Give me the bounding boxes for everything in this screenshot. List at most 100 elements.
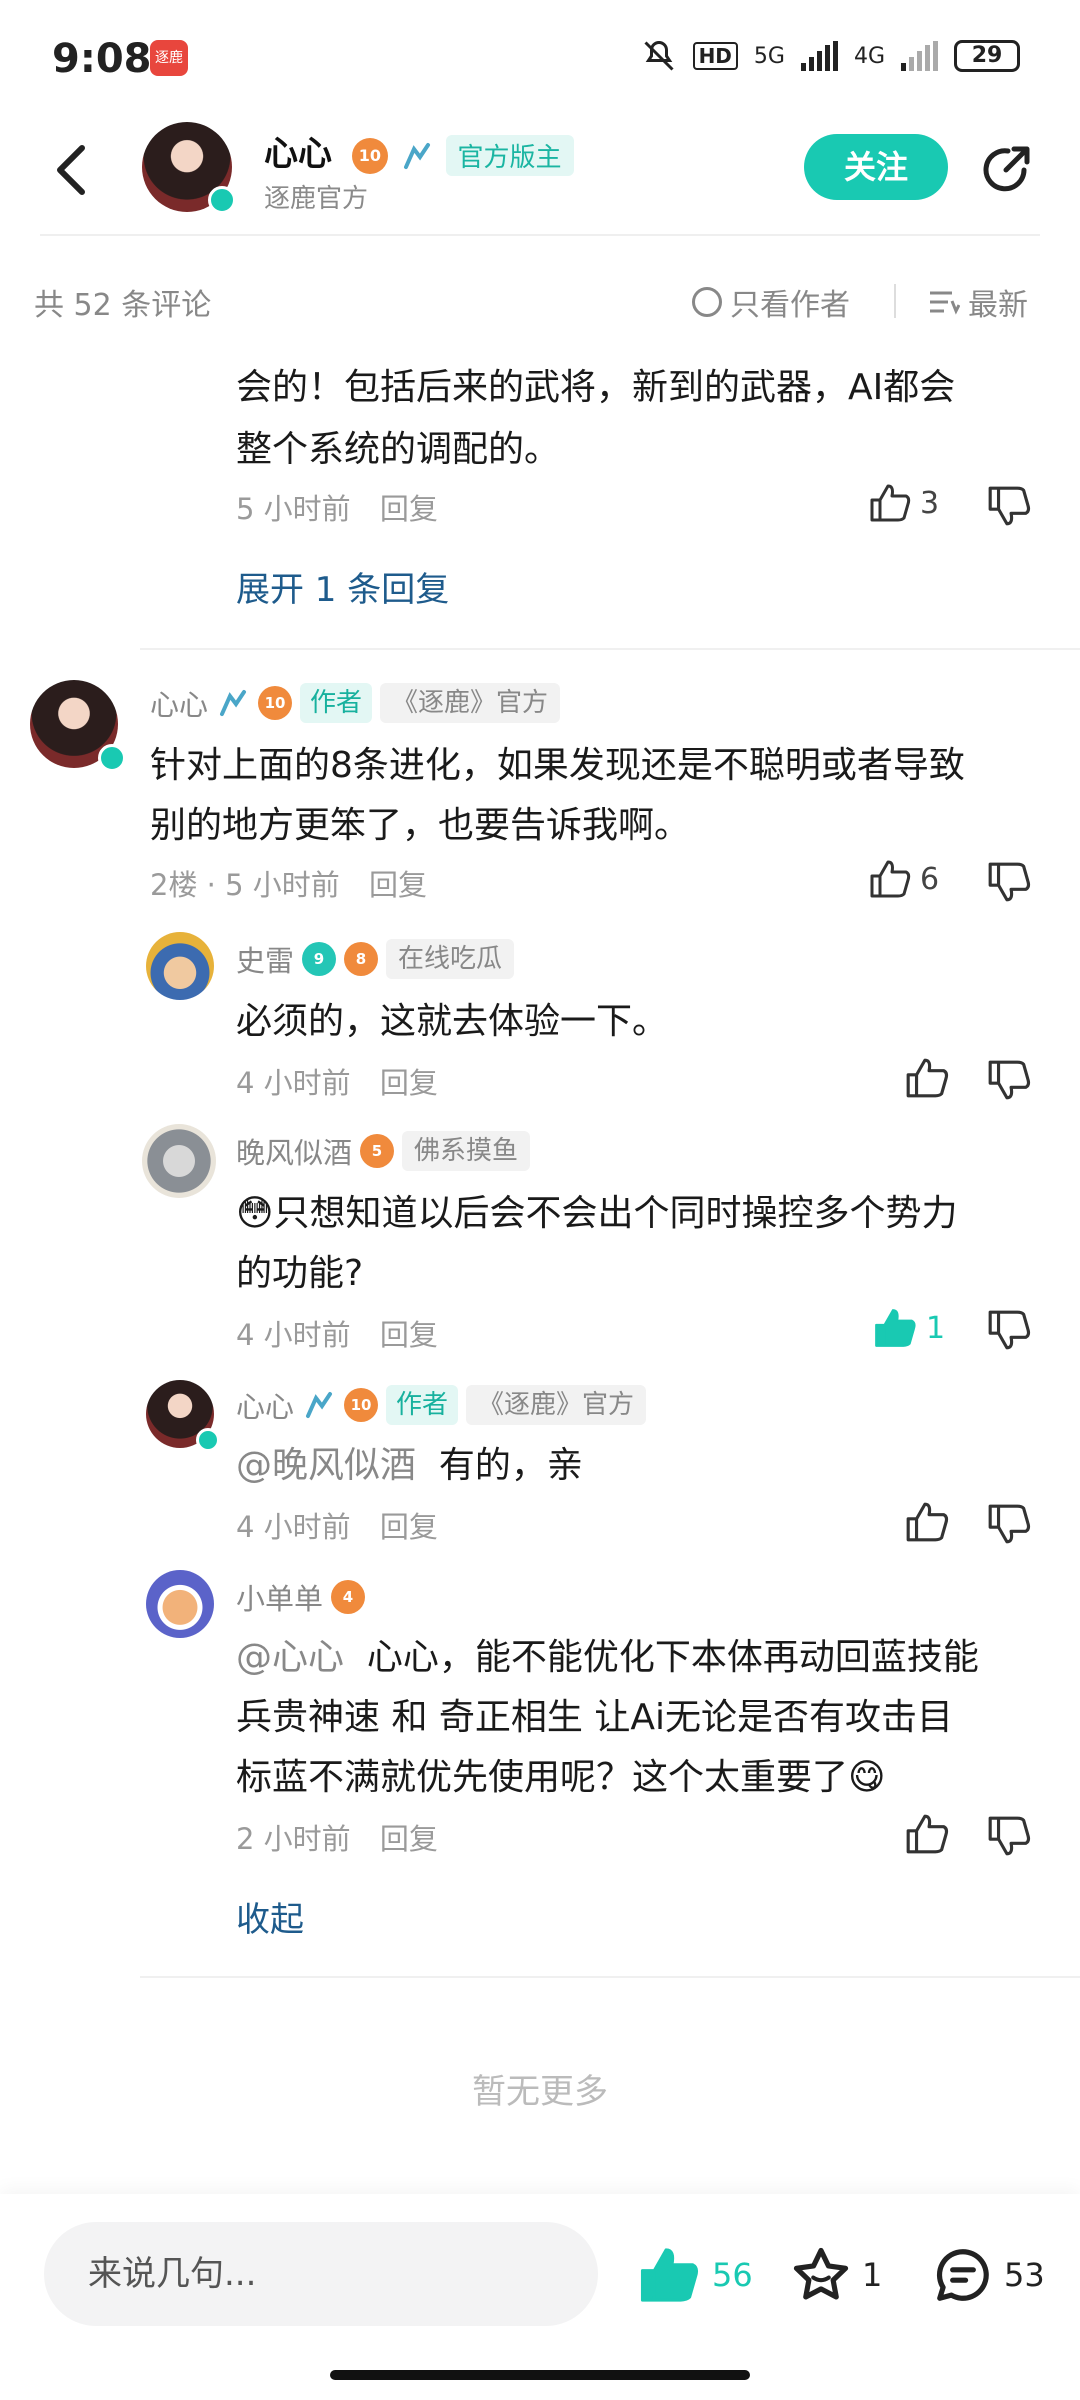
reply-4-reply-button[interactable]: 回复 (380, 1822, 438, 1856)
expand-replies-link[interactable]: 展开 1 条回复 (236, 562, 449, 611)
reply-3-mention[interactable]: @晚风似酒 (236, 1445, 416, 1486)
official-moderator-tag: 官方版主 (445, 135, 574, 176)
reply-1-text: 必须的，这就去体验一下。 (236, 1001, 669, 1042)
reply-1-username[interactable]: 史雷 (236, 938, 294, 980)
bottom-like-button[interactable]: 56 (636, 2244, 753, 2306)
author-name-row: 心心 10 官方版主 (264, 126, 574, 176)
title-tag: 《逐鹿》官方 (380, 683, 561, 723)
reply-2-username[interactable]: 晚风似酒 (236, 1130, 352, 1172)
header-divider (40, 234, 1040, 236)
comment-2-reply-button[interactable]: 回复 (369, 868, 427, 902)
level-badge: 10 (351, 137, 388, 174)
reply-3-userline: 心心 10 作者 《逐鹿》官方 (236, 1384, 647, 1426)
reply-2-userline: 晚风似酒 5 佛系摸鱼 (236, 1130, 531, 1172)
bottom-favorite-button[interactable]: 1 (790, 2244, 882, 2306)
thumb-up-icon (870, 484, 911, 522)
reply-1-dislike-icon[interactable] (986, 1058, 1032, 1102)
reply-3-text-content: 有的，亲 (438, 1445, 583, 1486)
comment-2-username[interactable]: 心心 (150, 682, 208, 724)
level-badge: 10 (258, 686, 293, 720)
reply-2-dislike-icon[interactable] (986, 1308, 1032, 1352)
reply-2-text-line1: 😳只想知道以后会不会出个同时操控多个势力 (236, 1184, 958, 1244)
home-indicator[interactable] (330, 2370, 750, 2380)
comment-input[interactable]: 来说几句... (44, 2222, 598, 2326)
collapse-replies-link[interactable]: 收起 (236, 1892, 304, 1941)
verified-icon (196, 1428, 220, 1452)
level-badge: 4 (331, 1580, 366, 1614)
reply-3-like-icon[interactable] (904, 1500, 950, 1544)
comment-2-text-line2: 别的地方更笨了，也要告诉我啊。 (150, 805, 691, 846)
sort-icon (930, 291, 960, 315)
verified-icon (208, 186, 236, 214)
verified-icon (98, 744, 126, 772)
comment-2-dislike-icon[interactable] (986, 860, 1032, 904)
comment-2-floor-time: 2楼 · 5 小时前 (150, 868, 340, 902)
reply-3-time: 4 小时前 (236, 1510, 351, 1544)
sort-toggle[interactable]: 最新 (928, 280, 1028, 324)
only-author-label: 只看作者 (730, 288, 850, 323)
mute-bell-icon (644, 40, 674, 71)
app-notification-icon: 逐鹿 (150, 40, 188, 76)
reply-4-userline: 小单单 4 (236, 1576, 366, 1618)
dragon-deco-icon (220, 690, 247, 716)
reply-3-dislike-icon[interactable] (986, 1502, 1032, 1546)
comment-1-like-button[interactable]: 3 (868, 482, 939, 524)
status-indicators: HD 5G 4G 29 (641, 38, 1020, 74)
author-name: 心心 (264, 134, 332, 174)
author-avatar[interactable] (142, 122, 236, 214)
bottom-comment-button[interactable]: 53 (932, 2244, 1045, 2306)
comment-1-time: 5 小时前 (236, 492, 351, 526)
reply-2-avatar[interactable] (142, 1124, 216, 1198)
thumb-up-filled-icon (875, 1309, 916, 1347)
comment-1-reply-button[interactable]: 回复 (380, 492, 438, 526)
yum-emoji-icon: 😋 (848, 1757, 886, 1798)
dragon-deco-icon (403, 142, 430, 169)
bottom-favorite-count: 1 (862, 2256, 883, 2294)
title-tag: 《逐鹿》官方 (466, 1385, 647, 1425)
level-badge: 10 (344, 1388, 379, 1422)
reply-3-avatar[interactable] (146, 1380, 220, 1452)
comment-2-userline: 心心 10 作者 《逐鹿》官方 (150, 682, 561, 724)
no-more-label: 暂无更多 (472, 2072, 608, 2112)
reply-4-avatar[interactable] (146, 1570, 214, 1638)
reply-2-meta: 4 小时前 回复 (236, 1312, 438, 1354)
thumb-up-filled-icon (640, 2248, 699, 2302)
reply-4-text-line1-content: 心心，能不能优化下本体再动回蓝技能 (366, 1637, 979, 1678)
reply-4-like-icon[interactable] (904, 1812, 950, 1856)
reply-4-text-line1: @心心 心心，能不能优化下本体再动回蓝技能 (236, 1628, 979, 1688)
reply-2-reply-button[interactable]: 回复 (380, 1318, 438, 1352)
reply-1-avatar[interactable] (146, 932, 214, 1000)
reply-4-time: 2 小时前 (236, 1822, 351, 1856)
follow-button[interactable]: 关注 (804, 134, 948, 200)
reply-2-text-line2: 的功能? (236, 1253, 364, 1294)
reply-1-reply-button[interactable]: 回复 (380, 1066, 438, 1100)
reply-1-time: 4 小时前 (236, 1066, 351, 1100)
vip-badge: 9 (302, 942, 337, 976)
reply-3-reply-button[interactable]: 回复 (380, 1510, 438, 1544)
back-arrow-icon[interactable] (50, 140, 94, 200)
sort-label: 最新 (968, 288, 1028, 323)
signal-icon (800, 41, 838, 71)
comment-2-avatar[interactable] (30, 680, 126, 772)
network-4g-label: 4G (853, 43, 885, 69)
reply-2-like-button[interactable]: 1 (872, 1306, 945, 1350)
reply-1-like-icon[interactable] (904, 1056, 950, 1100)
hd-icon: HD (692, 42, 738, 70)
share-icon[interactable] (978, 140, 1036, 198)
reply-2-time: 4 小时前 (236, 1318, 351, 1352)
comment-2-like-button[interactable]: 6 (868, 858, 939, 900)
comment-1-text-line1: 会的！包括后来的武将，新到的武器，AI都会 (236, 367, 956, 408)
comment-separator (140, 1976, 1080, 1978)
reply-4-mention[interactable]: @心心 (236, 1637, 344, 1678)
reply-3-username[interactable]: 心心 (236, 1384, 294, 1426)
comment-1-dislike-icon[interactable] (986, 484, 1032, 528)
author-subtitle: 逐鹿官方 (264, 184, 369, 214)
reply-4-dislike-icon[interactable] (986, 1814, 1032, 1858)
title-tag: 佛系摸鱼 (402, 1131, 531, 1171)
comment-count: 共 52 条评论 (34, 288, 212, 323)
only-author-toggle[interactable]: 只看作者 (692, 280, 850, 324)
dragon-deco-icon (306, 1392, 333, 1418)
reply-1-userline: 史雷 9 8 在线吃瓜 (236, 938, 515, 980)
author-tag: 作者 (386, 1385, 459, 1425)
reply-4-username[interactable]: 小单单 (236, 1576, 323, 1618)
